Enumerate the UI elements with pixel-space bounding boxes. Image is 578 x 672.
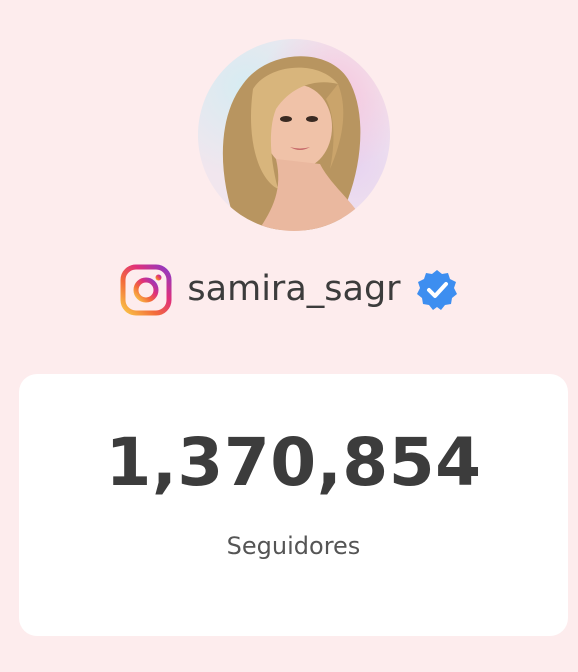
profile-avatar (198, 39, 390, 231)
followers-card: 1,370,854 Seguidores (19, 374, 568, 636)
username: samira_sagr (187, 268, 401, 309)
profile-handle-row: samira_sagr (0, 261, 578, 319)
followers-label: Seguidores (226, 532, 361, 560)
followers-count: 1,370,854 (105, 424, 482, 501)
verified-badge-icon (416, 270, 457, 310)
instagram-icon (120, 264, 172, 316)
avatar-image (222, 56, 368, 231)
